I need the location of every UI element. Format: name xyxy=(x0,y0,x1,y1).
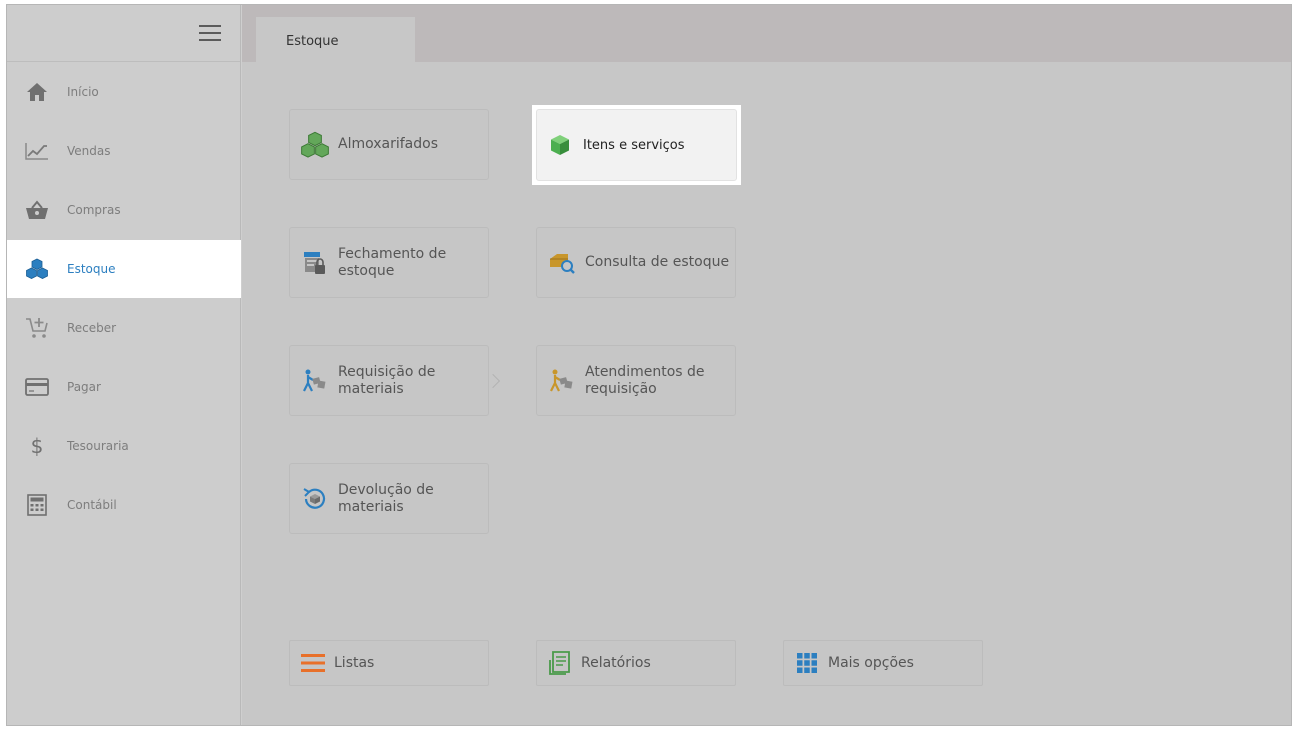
tile-consulta-estoque[interactable]: Consulta de estoque xyxy=(536,227,736,298)
report-icon xyxy=(545,648,575,678)
sidebar-item-compras[interactable]: Compras xyxy=(7,181,241,239)
tile-label: Atendimentos de requisição xyxy=(585,364,705,398)
sidebar-item-label: Início xyxy=(67,85,99,99)
tile-label-line2: estoque xyxy=(338,262,395,279)
list-icon xyxy=(298,648,328,678)
sidebar-item-label: Compras xyxy=(67,203,121,217)
cart-plus-icon xyxy=(7,316,67,340)
tile-devolucao-materiais[interactable]: Devolução de materiais xyxy=(289,463,489,534)
tile-label-line1: Requisição de xyxy=(338,363,436,380)
sidebar: Início Vendas Compras Estoque Receber Pa… xyxy=(7,5,241,725)
mais-opcoes-button[interactable]: Mais opções xyxy=(783,640,983,686)
grid-icon xyxy=(792,648,822,678)
tile-itens-servicos[interactable]: Itens e serviços xyxy=(532,105,741,185)
sidebar-item-label: Tesouraria xyxy=(67,439,129,453)
cube-icon xyxy=(543,128,577,162)
hamburger-menu-icon[interactable] xyxy=(199,25,221,41)
app-window: Início Vendas Compras Estoque Receber Pa… xyxy=(6,4,1292,726)
sidebar-item-inicio[interactable]: Início xyxy=(7,63,241,121)
sidebar-item-contabil[interactable]: Contábil xyxy=(7,476,241,534)
return-box-icon xyxy=(298,482,332,516)
tile-almoxarifados[interactable]: Almoxarifados xyxy=(289,109,489,180)
calculator-icon xyxy=(7,494,67,516)
tile-fechamento-estoque[interactable]: Fechamento de estoque xyxy=(289,227,489,298)
box-search-icon xyxy=(545,246,579,280)
tile-label-line2: materiais xyxy=(338,498,404,515)
tile-label-line1: Devolução de xyxy=(338,481,434,498)
home-icon xyxy=(7,82,67,102)
shopping-basket-icon xyxy=(7,200,67,220)
tile-label: Itens e serviços xyxy=(583,137,685,153)
sidebar-item-label: Contábil xyxy=(67,498,117,512)
sidebar-item-receber[interactable]: Receber xyxy=(7,299,241,357)
tab-estoque[interactable]: Estoque xyxy=(256,17,415,63)
tile-label-line1: Fechamento de xyxy=(338,245,447,262)
sidebar-item-pagar[interactable]: Pagar xyxy=(7,358,241,416)
relatorios-label: Relatórios xyxy=(581,655,651,671)
tile-label: Devolução de materiais xyxy=(338,482,434,516)
tile-itens-servicos-card[interactable]: Itens e serviços xyxy=(536,109,737,181)
sidebar-header xyxy=(7,5,240,62)
dollar-icon: $ xyxy=(7,434,67,458)
chart-line-icon xyxy=(7,141,67,161)
listas-label: Listas xyxy=(334,655,375,671)
tile-requisicao-materiais[interactable]: Requisição de materiais xyxy=(289,345,489,416)
sidebar-item-tesouraria[interactable]: $ Tesouraria xyxy=(7,417,241,475)
tile-label-line1: Atendimentos de xyxy=(585,363,705,380)
tile-label-line2: materiais xyxy=(338,380,404,397)
tile-label-line2: requisição xyxy=(585,380,657,397)
tab-bar: Estoque xyxy=(242,5,1291,63)
listas-button[interactable]: Listas xyxy=(289,640,489,686)
mais-opcoes-label: Mais opções xyxy=(828,655,914,671)
tile-label: Requisição de materiais xyxy=(338,364,435,398)
tile-label: Consulta de estoque xyxy=(585,254,730,270)
boxes-icon xyxy=(298,128,332,162)
tile-label: Fechamento de estoque xyxy=(338,246,446,280)
sidebar-item-label: Pagar xyxy=(67,380,101,394)
credit-card-icon xyxy=(7,378,67,396)
relatorios-button[interactable]: Relatórios xyxy=(536,640,736,686)
boxes-icon xyxy=(7,258,67,280)
sidebar-item-label: Receber xyxy=(67,321,117,335)
svg-text:$: $ xyxy=(31,434,44,458)
person-carrying-boxes-icon xyxy=(545,364,579,398)
lock-store-icon xyxy=(298,246,332,280)
tile-label: Almoxarifados xyxy=(338,136,439,152)
tile-atendimentos-requisicao[interactable]: Atendimentos de requisição xyxy=(536,345,736,416)
sidebar-item-estoque[interactable]: Estoque xyxy=(7,240,241,298)
sidebar-item-label: Vendas xyxy=(67,144,111,158)
sidebar-item-vendas[interactable]: Vendas xyxy=(7,122,241,180)
person-carrying-boxes-icon xyxy=(298,364,332,398)
sidebar-item-label: Estoque xyxy=(67,262,116,276)
main-content: Estoque Almoxarifados Itens e serviços F… xyxy=(242,5,1291,725)
